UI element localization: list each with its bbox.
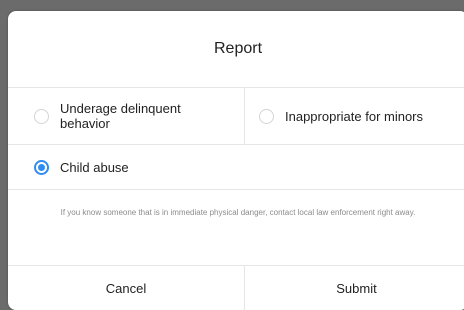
dialog-footer: Cancel Submit [8, 265, 464, 310]
options-row: Child abuse [8, 145, 464, 190]
radio-button[interactable] [34, 108, 49, 124]
radio-button-selected[interactable] [34, 159, 49, 175]
radio-button[interactable] [259, 108, 274, 124]
submit-button[interactable]: Submit [244, 266, 464, 310]
report-dialog: Report Underage delinquent behavior Inap… [8, 11, 464, 310]
option-child-abuse[interactable]: Child abuse [34, 145, 129, 189]
option-label: Inappropriate for minors [285, 108, 424, 124]
cancel-button[interactable]: Cancel [8, 266, 244, 310]
option-inappropriate-for-minors[interactable]: Inappropriate for minors [244, 88, 464, 144]
dialog-title: Report [8, 11, 464, 88]
option-label: Child abuse [60, 159, 129, 175]
option-label: Underage delinquent behavior [60, 101, 181, 131]
options-row: Underage delinquent behavior Inappropria… [8, 88, 464, 145]
safety-notice: If you know someone that is in immediate… [60, 208, 416, 217]
option-underage-delinquent-behavior[interactable]: Underage delinquent behavior [34, 88, 242, 144]
